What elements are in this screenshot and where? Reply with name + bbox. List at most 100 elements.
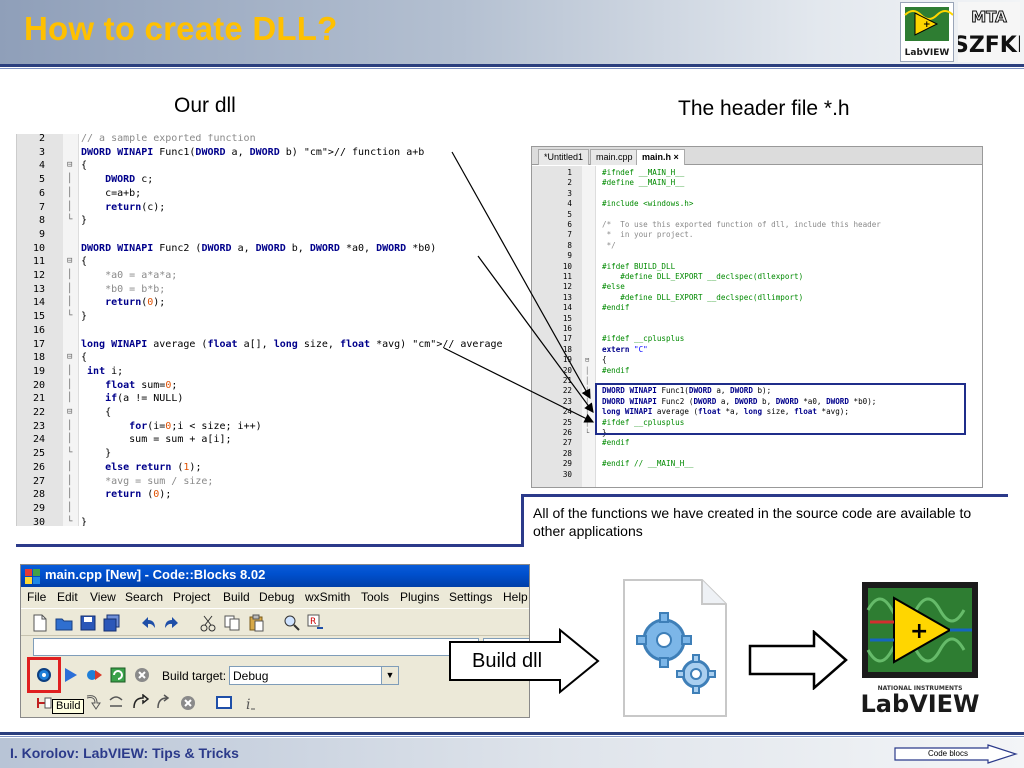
- menu-build[interactable]: Build: [223, 590, 250, 604]
- fold-marker[interactable]: │: [67, 502, 72, 516]
- fold-marker[interactable]: │: [67, 187, 72, 201]
- replace-icon[interactable]: R: [307, 614, 325, 632]
- menu-tools[interactable]: Tools: [361, 590, 389, 604]
- menu-settings[interactable]: Settings: [449, 590, 492, 604]
- menu-debug[interactable]: Debug: [259, 590, 294, 604]
- fold-marker[interactable]: └: [585, 428, 589, 438]
- debug-windows-icon[interactable]: [215, 694, 233, 712]
- find-icon[interactable]: [283, 614, 301, 632]
- fold-marker[interactable]: └: [67, 447, 72, 461]
- menu-file[interactable]: File: [27, 590, 46, 604]
- fold-marker[interactable]: │: [585, 407, 589, 417]
- code-line: 29 │: [17, 502, 522, 516]
- window-titlebar[interactable]: main.cpp [New] - Code::Blocks 8.02: [21, 565, 529, 587]
- fold-marker[interactable]: ⊟: [585, 355, 589, 365]
- tab-main-cpp[interactable]: main.cpp: [590, 149, 639, 165]
- debug-icon[interactable]: [35, 694, 53, 712]
- line-number: 26: [562, 428, 572, 437]
- fold-marker[interactable]: │: [67, 269, 72, 283]
- fold-marker[interactable]: │: [67, 201, 72, 215]
- menu-edit[interactable]: Edit: [57, 590, 78, 604]
- slide-title: How to create DLL?: [24, 10, 338, 47]
- continue-icon[interactable]: [155, 694, 173, 712]
- fold-marker[interactable]: │: [585, 397, 589, 407]
- build-dll-label: Build dll: [472, 650, 543, 672]
- fold-marker[interactable]: │: [585, 418, 589, 428]
- fold-marker[interactable]: │: [67, 296, 72, 310]
- open-folder-icon[interactable]: [55, 614, 73, 632]
- fold-marker[interactable]: │: [585, 366, 589, 376]
- fold-marker[interactable]: │: [67, 379, 72, 393]
- stop-debugger-icon[interactable]: [179, 694, 197, 712]
- fold-marker[interactable]: ⊟: [67, 159, 72, 173]
- menu-project[interactable]: Project: [173, 590, 210, 604]
- redo-icon[interactable]: [163, 614, 181, 632]
- abort-icon[interactable]: [133, 666, 151, 684]
- line-number: 15: [562, 313, 572, 323]
- fold-marker[interactable]: ⊟: [67, 255, 72, 269]
- fold-marker[interactable]: │: [585, 376, 589, 386]
- fold-marker[interactable]: │: [67, 475, 72, 489]
- code-line: 16: [532, 324, 982, 334]
- slide: How to create DLL? + LabVIEW MTA SZFKI O…: [0, 0, 1024, 768]
- next-slide-label[interactable]: Code blocs: [898, 749, 998, 758]
- header-code-editor[interactable]: *Untitled1 main.cpp main.h × 1 #ifndef __…: [531, 146, 983, 488]
- fold-marker[interactable]: └: [67, 516, 72, 526]
- fold-marker[interactable]: │: [585, 386, 589, 396]
- paste-icon[interactable]: [247, 614, 265, 632]
- tab-main-h[interactable]: main.h ×: [636, 149, 685, 165]
- code-line: 17 #ifdef __cplusplus: [532, 334, 982, 344]
- tab-untitled1[interactable]: *Untitled1: [538, 149, 590, 165]
- fold-marker[interactable]: │: [67, 173, 72, 187]
- menu-wxsmith[interactable]: wxSmith: [305, 590, 350, 604]
- code-line: 10 #ifdef BUILD_DLL: [532, 262, 982, 272]
- save-icon[interactable]: [79, 614, 97, 632]
- fold-marker[interactable]: │: [67, 488, 72, 502]
- code-text: #include <windows.h>: [602, 199, 694, 209]
- header-divider-thin: [0, 68, 1024, 69]
- source-code-editor[interactable]: 2 // a sample exported function 3 DWORD WIN…: [16, 134, 522, 526]
- menu-view[interactable]: View: [90, 590, 116, 604]
- fold-marker[interactable]: │: [67, 365, 72, 379]
- fold-marker[interactable]: └: [67, 310, 72, 324]
- code-text: long WINAPI average (float a[], long siz…: [81, 338, 503, 350]
- next-line-icon[interactable]: [107, 694, 125, 712]
- line-number: 25: [32, 448, 45, 460]
- run-icon[interactable]: [61, 666, 79, 684]
- build-button-highlight: [27, 657, 61, 693]
- svg-text:+: +: [910, 619, 928, 644]
- labview-logo-text: LabVIEW: [860, 690, 979, 718]
- fold-marker[interactable]: └: [67, 214, 72, 228]
- fold-marker[interactable]: ⊟: [67, 351, 72, 365]
- build-and-run-icon[interactable]: [85, 666, 103, 684]
- code-text: */: [602, 240, 616, 250]
- line-number: 27: [32, 475, 45, 487]
- rebuild-icon[interactable]: [109, 666, 127, 684]
- window-title: main.cpp [New] - Code::Blocks 8.02: [45, 567, 266, 582]
- menu-plugins[interactable]: Plugins: [400, 590, 439, 604]
- new-file-icon[interactable]: [31, 614, 49, 632]
- fold-marker[interactable]: │: [67, 420, 72, 434]
- fold-marker[interactable]: │: [67, 433, 72, 447]
- menu-search[interactable]: Search: [125, 590, 163, 604]
- step-into-icon[interactable]: [83, 694, 101, 712]
- undo-icon[interactable]: [139, 614, 157, 632]
- code-completion-combo[interactable]: [33, 638, 479, 656]
- line-number: 11: [32, 256, 45, 268]
- step-out-icon[interactable]: [131, 694, 149, 712]
- save-all-icon[interactable]: [103, 614, 121, 632]
- code-text: {: [81, 160, 88, 172]
- fold-marker[interactable]: │: [67, 392, 72, 406]
- cut-icon[interactable]: [199, 614, 217, 632]
- menu-help[interactable]: Help: [503, 590, 528, 604]
- chevron-down-icon[interactable]: ▼: [381, 667, 398, 684]
- code-text: sum = sum + a[i];: [81, 434, 232, 446]
- fold-marker[interactable]: │: [67, 283, 72, 297]
- copy-icon[interactable]: [223, 614, 241, 632]
- fold-marker[interactable]: │: [67, 461, 72, 475]
- info-icon[interactable]: i: [241, 694, 259, 712]
- build-target-select[interactable]: Debug ▼: [229, 666, 399, 685]
- code-line: 26 │ else return (1);: [17, 461, 522, 475]
- fold-marker[interactable]: ⊟: [67, 406, 72, 420]
- code-text: #endif: [602, 365, 630, 375]
